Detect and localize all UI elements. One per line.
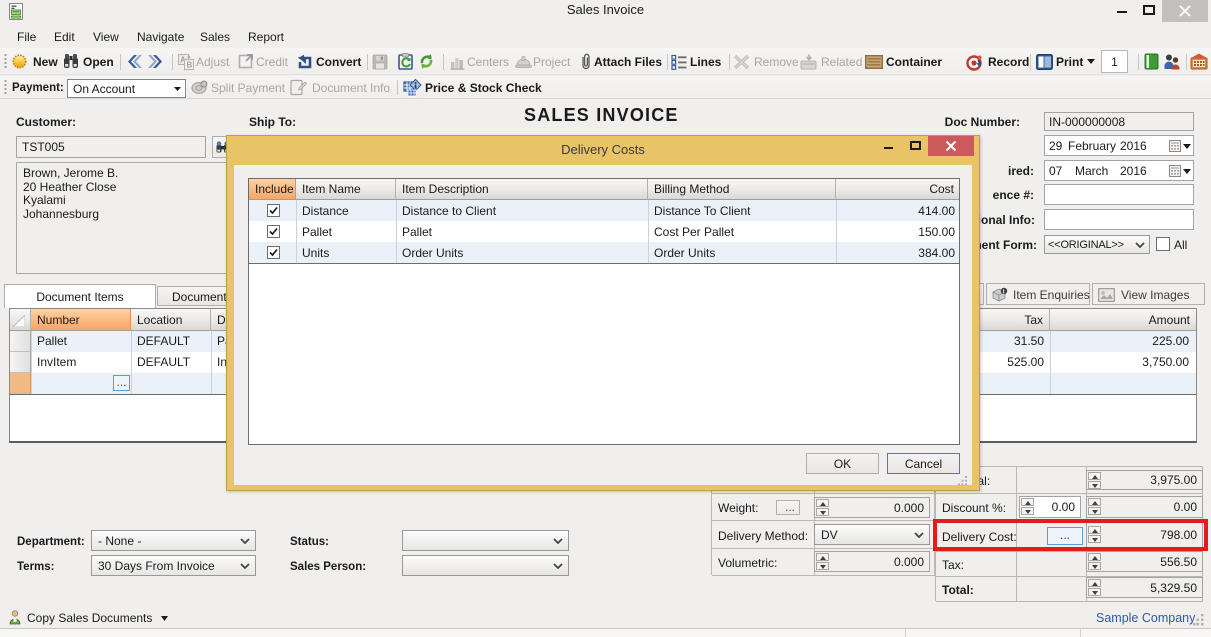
svg-text:B: B (187, 61, 193, 70)
svg-text:i: i (1003, 289, 1005, 296)
